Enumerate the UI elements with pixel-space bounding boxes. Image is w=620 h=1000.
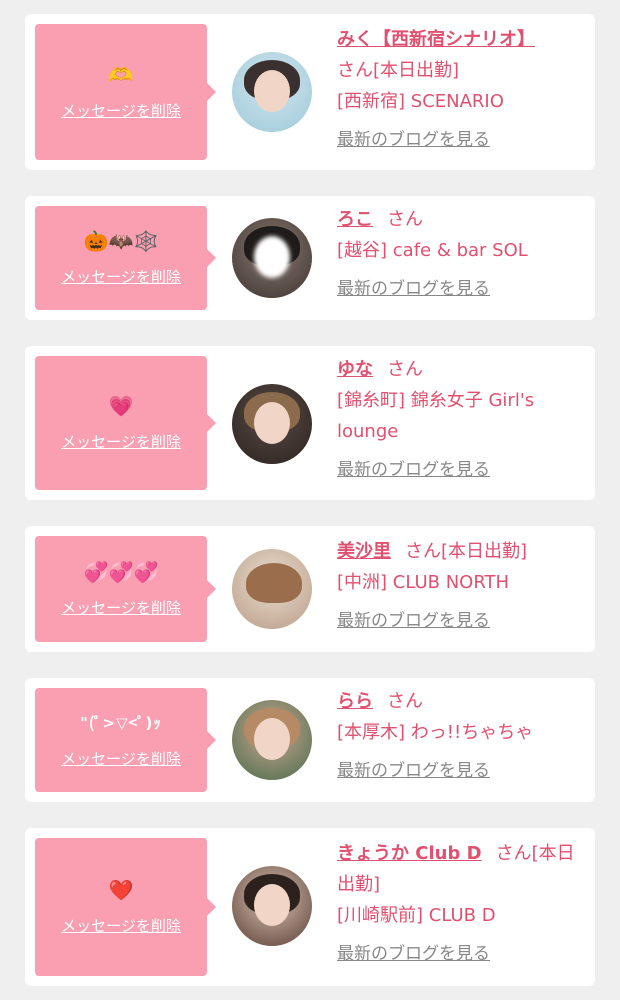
sender-info: ろこ さん [越谷] cafe & bar SOL 最新のブログを見る	[337, 204, 587, 305]
message-card: "(ﾟ>▽<ﾟ)ｯ メッセージを削除 らら さん [本厚木] わっ!!ちゃちゃ 最…	[25, 678, 595, 802]
attendance-status: [本日出勤]	[373, 60, 460, 81]
delete-message-link[interactable]: メッセージを削除	[61, 915, 181, 936]
delete-message-link[interactable]: メッセージを削除	[61, 748, 181, 769]
latest-blog-link[interactable]: 最新のブログを見る	[337, 756, 490, 787]
avatar[interactable]	[232, 549, 312, 629]
message-emoji: 💗	[108, 393, 134, 418]
message-bubble: 💗 メッセージを削除	[35, 356, 216, 490]
attendance-status: [本日出勤]	[441, 541, 528, 562]
message-bubble: "(ﾟ>▽<ﾟ)ｯ メッセージを削除	[35, 688, 216, 792]
honorific: さん	[387, 359, 423, 380]
message-emoji: "(ﾟ>▽<ﾟ)ｯ	[80, 713, 162, 732]
sender-info: きょうか Club D さん[本日出勤] [川崎駅前] CLUB D 最新のブログ…	[337, 838, 587, 970]
latest-blog-link[interactable]: 最新のブログを見る	[337, 939, 490, 970]
avatar[interactable]	[232, 52, 312, 132]
honorific: さん	[387, 691, 423, 712]
sender-name-link[interactable]: ゆな	[337, 359, 373, 380]
shop-name: [中洲] CLUB NORTH	[337, 572, 510, 593]
sender-name-link[interactable]: らら	[337, 691, 373, 712]
sender-info: みく【西新宿シナリオ】 さん[本日出勤] [西新宿] SCENARIO 最新のブ…	[337, 24, 587, 156]
sender-name-link[interactable]: みく【西新宿シナリオ】	[337, 29, 535, 50]
message-card: 💞💞💞 メッセージを削除 美沙里 さん[本日出勤] [中洲] CLUB NORTH…	[25, 526, 595, 652]
honorific: さん	[337, 60, 373, 81]
message-emoji: ❤️	[108, 877, 134, 902]
latest-blog-link[interactable]: 最新のブログを見る	[337, 274, 490, 305]
shop-name: [錦糸町] 錦糸女子 Girl's lounge	[337, 390, 535, 442]
honorific: さん	[405, 541, 441, 562]
message-emoji: 💞💞💞	[83, 559, 159, 584]
honorific: さん	[387, 209, 423, 230]
shop-name: [越谷] cafe & bar SOL	[337, 240, 528, 261]
delete-message-link[interactable]: メッセージを削除	[61, 597, 181, 618]
sender-info: ゆな さん [錦糸町] 錦糸女子 Girl's lounge 最新のブログを見る	[337, 354, 587, 486]
message-card: 🎃🦇🕸️ メッセージを削除 ろこ さん [越谷] cafe & bar SOL 最…	[25, 196, 595, 320]
shop-name: [川崎駅前] CLUB D	[337, 905, 496, 926]
avatar[interactable]	[232, 866, 312, 946]
message-bubble: ❤️ メッセージを削除	[35, 838, 216, 976]
shop-name: [西新宿] SCENARIO	[337, 91, 504, 112]
message-emoji: 🎃🦇🕸️	[83, 228, 159, 253]
avatar[interactable]	[232, 700, 312, 780]
avatar[interactable]	[232, 218, 312, 298]
delete-message-link[interactable]: メッセージを削除	[61, 266, 181, 287]
message-bubble: 💞💞💞 メッセージを削除	[35, 536, 216, 642]
message-emoji: 🫶	[108, 62, 134, 87]
latest-blog-link[interactable]: 最新のブログを見る	[337, 125, 490, 156]
message-bubble: 🫶 メッセージを削除	[35, 24, 216, 160]
message-list: 🫶 メッセージを削除 みく【西新宿シナリオ】 さん[本日出勤] [西新宿] SC…	[0, 0, 620, 1000]
message-card: ❤️ メッセージを削除 きょうか Club D さん[本日出勤] [川崎駅前] C…	[25, 828, 595, 986]
latest-blog-link[interactable]: 最新のブログを見る	[337, 455, 490, 486]
sender-name-link[interactable]: 美沙里	[337, 541, 391, 562]
sender-name-link[interactable]: ろこ	[337, 209, 373, 230]
latest-blog-link[interactable]: 最新のブログを見る	[337, 606, 490, 637]
sender-info: 美沙里 さん[本日出勤] [中洲] CLUB NORTH 最新のブログを見る	[337, 536, 587, 637]
avatar[interactable]	[232, 384, 312, 464]
delete-message-link[interactable]: メッセージを削除	[61, 431, 181, 452]
message-card: 💗 メッセージを削除 ゆな さん [錦糸町] 錦糸女子 Girl's lounge…	[25, 346, 595, 500]
sender-name-link[interactable]: きょうか Club D	[337, 843, 482, 864]
message-bubble: 🎃🦇🕸️ メッセージを削除	[35, 206, 216, 310]
honorific: さん	[495, 843, 532, 864]
shop-name: [本厚木] わっ!!ちゃちゃ	[337, 722, 534, 743]
message-card: 🫶 メッセージを削除 みく【西新宿シナリオ】 さん[本日出勤] [西新宿] SC…	[25, 14, 595, 170]
delete-message-link[interactable]: メッセージを削除	[61, 100, 181, 121]
sender-info: らら さん [本厚木] わっ!!ちゃちゃ 最新のブログを見る	[337, 686, 587, 787]
